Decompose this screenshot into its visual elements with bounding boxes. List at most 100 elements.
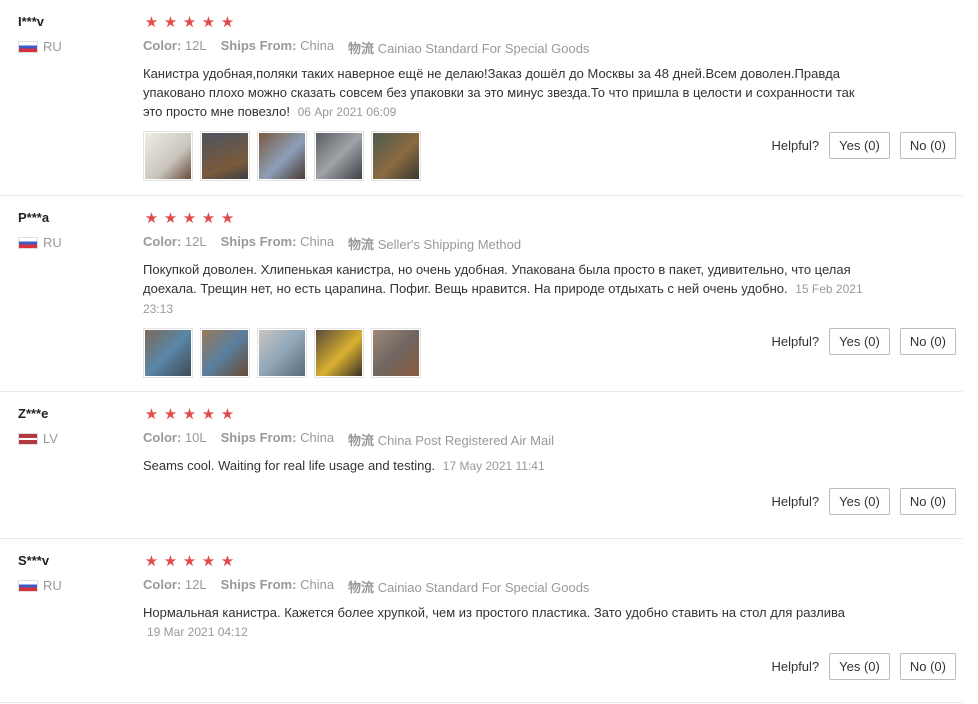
review-text: Покупкой доволен. Хлипенькая канистра, н… — [143, 260, 863, 319]
review-photo[interactable] — [143, 328, 193, 378]
helpful-yes-button[interactable]: Yes (0) — [829, 653, 890, 680]
ships-from-label: Ships From: — [220, 234, 297, 249]
shipping-method: Seller's Shipping Method — [377, 237, 522, 252]
shipping-method: Cainiao Standard For Special Goods — [377, 580, 590, 595]
review-date: 06 Apr 2021 06:09 — [297, 105, 397, 119]
ships-from-value: China — [300, 430, 335, 445]
review-photo[interactable] — [257, 131, 307, 181]
star-icon: ★ — [182, 14, 197, 31]
star-icon: ★ — [220, 14, 235, 31]
star-icon: ★ — [220, 553, 235, 570]
color-label: Color: — [143, 38, 182, 53]
reviewer-name: P***a — [18, 210, 50, 225]
star-icon: ★ — [182, 406, 197, 423]
ships-from-label: Ships From: — [220, 430, 297, 445]
star-icon: ★ — [201, 210, 216, 227]
review-photo[interactable] — [371, 328, 421, 378]
review-photos — [143, 131, 873, 181]
order-info: Color: 10L Ships From: China 物流 China Po… — [143, 430, 873, 449]
helpful-vote: Helpful? Yes (0) No (0) — [771, 653, 956, 680]
review-body: Seams cool. Waiting for real life usage … — [143, 458, 436, 473]
review-text: Канистра удобная,поляки таких наверное е… — [143, 64, 863, 122]
review-date: 19 Mar 2021 04:12 — [147, 625, 248, 639]
review-body: Покупкой доволен. Хлипенькая канистра, н… — [143, 262, 851, 296]
star-icon: ★ — [201, 553, 216, 570]
review-photo[interactable] — [371, 131, 421, 181]
star-icon: ★ — [201, 14, 216, 31]
country-code: RU — [43, 39, 62, 54]
reviewer-name: Z***e — [18, 406, 49, 421]
reviewer-country: RU — [18, 235, 62, 250]
helpful-yes-button[interactable]: Yes (0) — [829, 328, 890, 355]
review-photo[interactable] — [143, 131, 193, 181]
helpful-label: Helpful? — [771, 494, 820, 509]
review-text: Seams cool. Waiting for real life usage … — [143, 456, 863, 476]
ships-from-label: Ships From: — [220, 38, 297, 53]
color-value: 12L — [184, 234, 207, 249]
star-icon: ★ — [163, 14, 178, 31]
review-photo[interactable] — [314, 131, 364, 181]
star-icon: ★ — [163, 553, 178, 570]
review-body: Канистра удобная,поляки таких наверное е… — [143, 66, 855, 119]
order-info: Color: 12L Ships From: China 物流 Cainiao … — [143, 38, 873, 57]
reviewer-country: RU — [18, 578, 62, 593]
ships-from-value: China — [300, 38, 335, 53]
flag-ru-icon — [18, 579, 38, 592]
ships-from-value: China — [300, 577, 335, 592]
helpful-no-button[interactable]: No (0) — [899, 328, 956, 355]
helpful-no-button[interactable]: No (0) — [899, 653, 956, 680]
star-icon: ★ — [182, 553, 197, 570]
flag-ru-icon — [18, 236, 38, 249]
reviewer-name: I***v — [18, 14, 45, 29]
country-code: RU — [43, 578, 62, 593]
star-icon: ★ — [144, 14, 159, 31]
logistics-label: 物流 — [348, 237, 375, 252]
helpful-no-button[interactable]: No (0) — [899, 488, 956, 515]
color-value: 12L — [184, 577, 207, 592]
helpful-label: Helpful? — [771, 334, 820, 349]
star-icon: ★ — [144, 406, 159, 423]
color-label: Color: — [143, 577, 182, 592]
star-rating: ★ ★ ★ ★ ★ — [143, 406, 873, 424]
helpful-no-button[interactable]: No (0) — [899, 132, 956, 159]
review-photo[interactable] — [200, 328, 250, 378]
star-icon: ★ — [182, 210, 197, 227]
helpful-vote: Helpful? Yes (0) No (0) — [771, 132, 956, 159]
star-rating: ★ ★ ★ ★ ★ — [143, 210, 873, 228]
shipping-method: Cainiao Standard For Special Goods — [377, 41, 590, 56]
star-icon: ★ — [144, 553, 159, 570]
order-info: Color: 12L Ships From: China 物流 Seller's… — [143, 234, 873, 253]
review-photo[interactable] — [200, 131, 250, 181]
review-text: Нормальная канистра. Кажется более хрупк… — [143, 603, 863, 642]
color-label: Color: — [143, 430, 182, 445]
review-item: P***a RU ★ ★ ★ ★ ★ Color: 12L Ships From… — [0, 196, 962, 392]
helpful-yes-button[interactable]: Yes (0) — [829, 488, 890, 515]
reviewer-country: LV — [18, 431, 58, 446]
ships-from-label: Ships From: — [220, 577, 297, 592]
review-photo[interactable] — [314, 328, 364, 378]
helpful-vote: Helpful? Yes (0) No (0) — [771, 328, 956, 355]
color-value: 10L — [184, 430, 207, 445]
star-icon: ★ — [220, 406, 235, 423]
star-icon: ★ — [144, 210, 159, 227]
review-item: S***v RU ★ ★ ★ ★ ★ Color: 12L Ships From… — [0, 539, 962, 703]
shipping-method: China Post Registered Air Mail — [377, 433, 554, 448]
helpful-label: Helpful? — [771, 659, 820, 674]
flag-lv-icon — [18, 432, 38, 445]
logistics-label: 物流 — [348, 41, 375, 56]
reviewer-name: S***v — [18, 553, 50, 568]
review-photos — [143, 328, 873, 378]
order-info: Color: 12L Ships From: China 物流 Cainiao … — [143, 577, 873, 596]
review-item: Z***e LV ★ ★ ★ ★ ★ Color: 10L Ships From… — [0, 392, 962, 539]
helpful-yes-button[interactable]: Yes (0) — [829, 132, 890, 159]
helpful-label: Helpful? — [771, 138, 820, 153]
color-label: Color: — [143, 234, 182, 249]
reviewer-country: RU — [18, 39, 62, 54]
review-photo[interactable] — [257, 328, 307, 378]
star-rating: ★ ★ ★ ★ ★ — [143, 553, 873, 571]
review-item: I***v RU ★ ★ ★ ★ ★ Color: 12L Ships From… — [0, 0, 962, 196]
star-icon: ★ — [201, 406, 216, 423]
ships-from-value: China — [300, 234, 335, 249]
logistics-label: 物流 — [348, 580, 375, 595]
star-icon: ★ — [220, 210, 235, 227]
